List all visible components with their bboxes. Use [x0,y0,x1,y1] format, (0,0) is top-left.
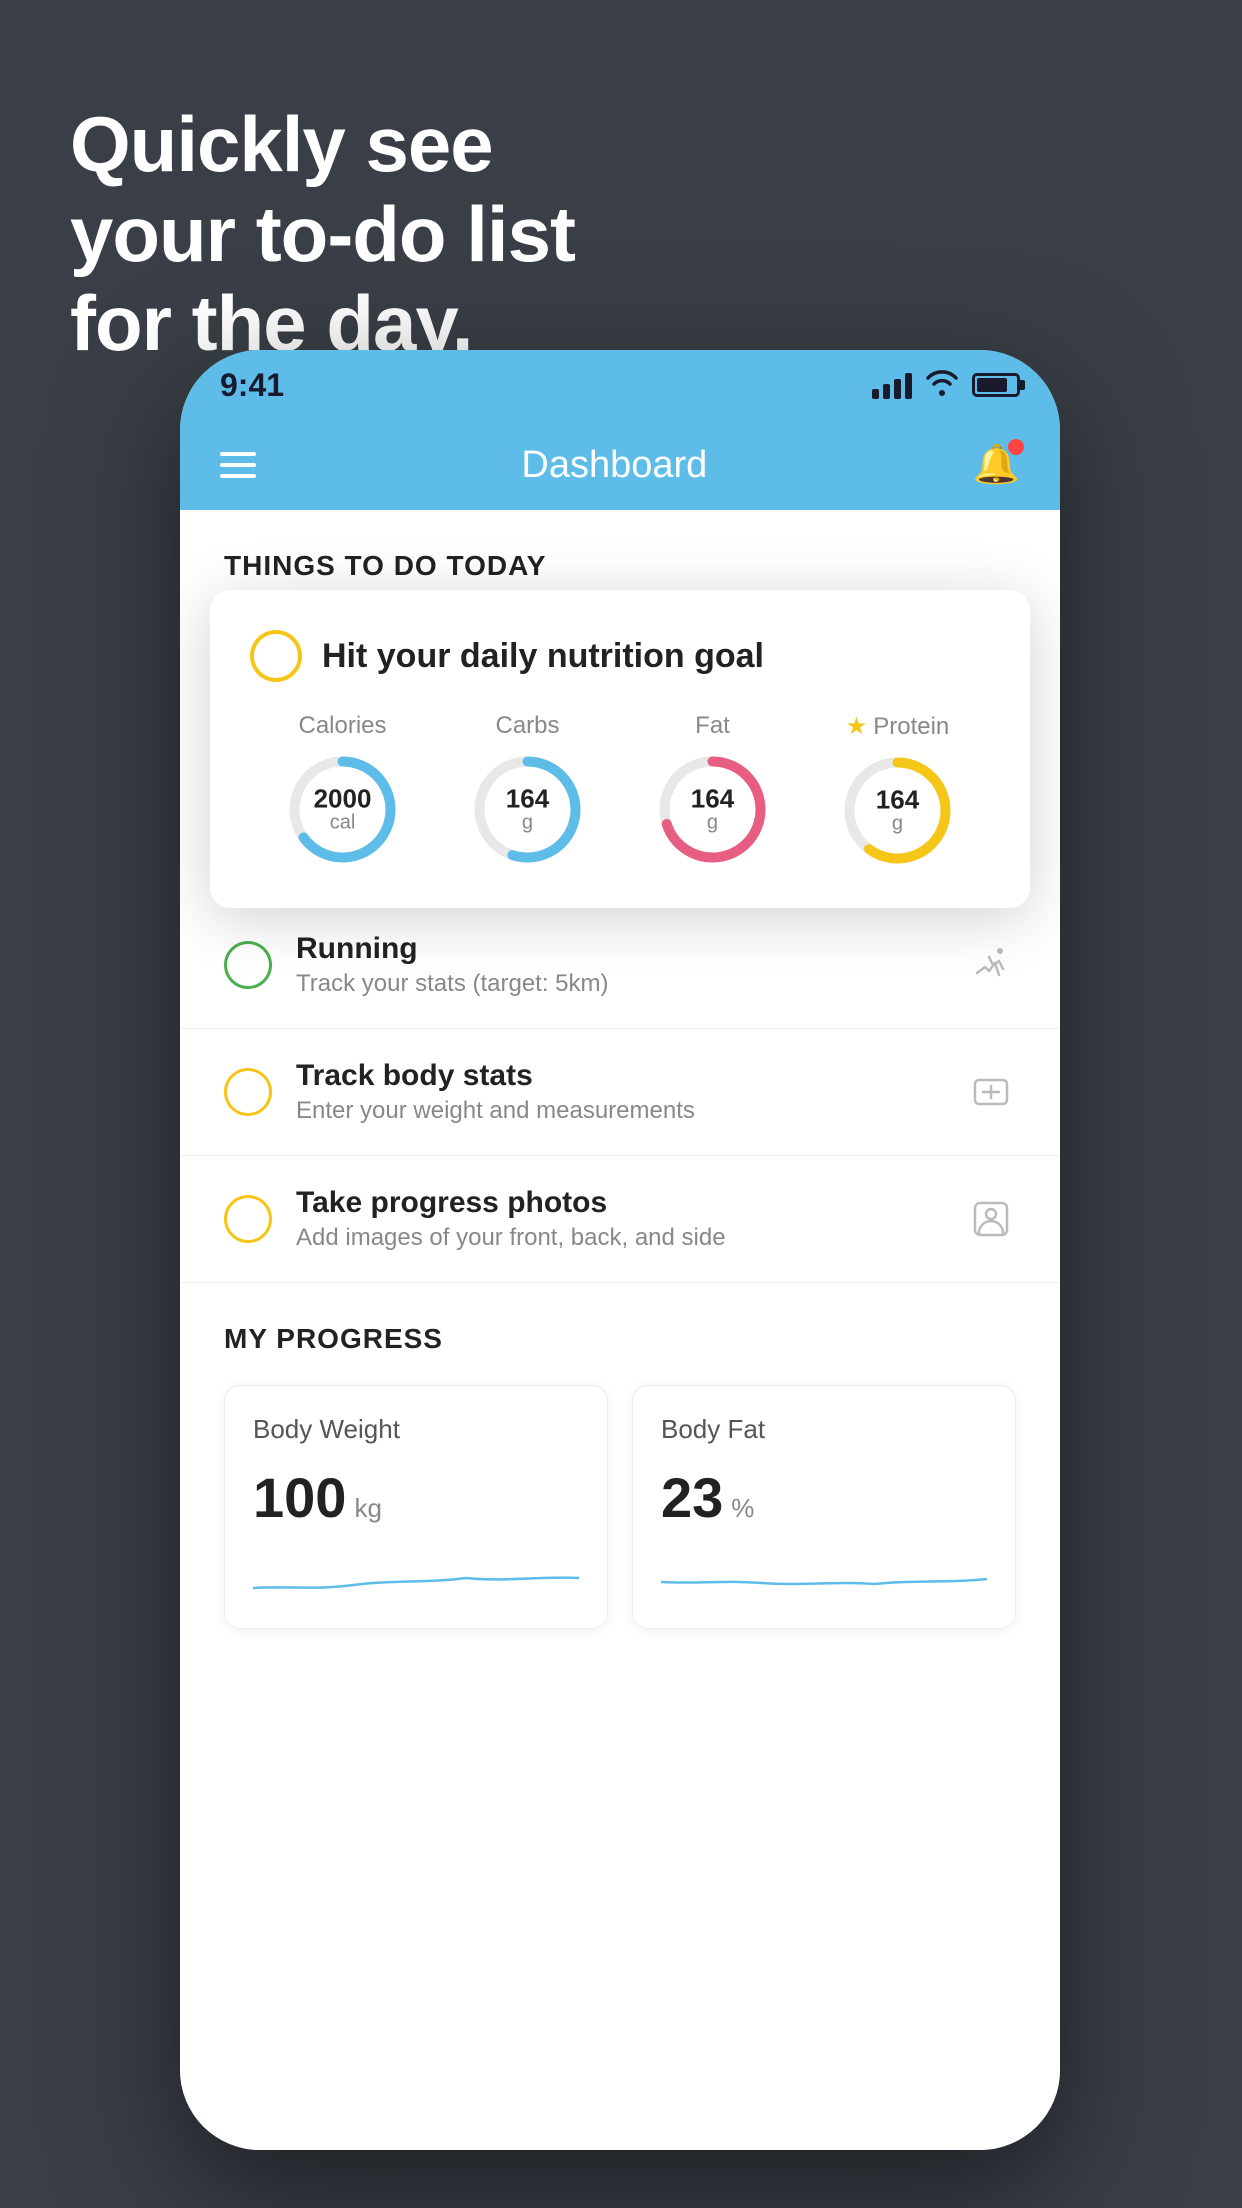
person-icon [966,1194,1016,1244]
phone-mockup: 9:41 Da [180,350,1060,2150]
status-bar: 9:41 [180,350,1060,420]
body-weight-value: 100 [253,1465,346,1530]
fat-chart: 164 g [655,752,770,867]
task-list: Running Track your stats (target: 5km) T… [180,902,1060,1283]
nutrition-protein: ★ Protein 164 g [840,712,955,868]
scale-icon [966,1067,1016,1117]
nutrition-carbs: Carbs 164 g [470,712,585,867]
body-fat-chart [661,1550,987,1600]
card-title-row: Hit your daily nutrition goal [250,630,990,682]
fat-label: Fat [695,712,730,740]
task-running-content: Running Track your stats (target: 5km) [296,932,942,998]
task-checkbox[interactable] [250,630,302,682]
carbs-value: 164 [506,785,549,811]
task-body-stats-checkbox[interactable] [224,1068,272,1116]
nutrition-calories: Calories 2000 cal [285,712,400,867]
running-icon [966,940,1016,990]
progress-cards: Body Weight 100 kg Body Fat 23 [224,1385,1016,1629]
battery-icon [972,373,1020,397]
body-fat-card[interactable]: Body Fat 23 % [632,1385,1016,1629]
status-icons [872,368,1020,403]
nutrition-card[interactable]: Hit your daily nutrition goal Calories 2… [210,590,1030,908]
things-to-do-header: THINGS TO DO TODAY [180,510,1060,602]
signal-icon [872,371,912,399]
task-running[interactable]: Running Track your stats (target: 5km) [180,902,1060,1029]
body-fat-label: Body Fat [661,1414,987,1445]
calories-label: Calories [298,712,386,740]
wifi-icon [924,368,960,403]
task-body-stats-name: Track body stats [296,1059,942,1093]
body-weight-chart [253,1550,579,1600]
task-body-stats-content: Track body stats Enter your weight and m… [296,1059,942,1125]
task-running-checkbox[interactable] [224,941,272,989]
fat-value: 164 [691,785,734,811]
carbs-chart: 164 g [470,752,585,867]
status-time: 9:41 [220,367,284,404]
task-progress-photos[interactable]: Take progress photos Add images of your … [180,1156,1060,1283]
task-body-stats[interactable]: Track body stats Enter your weight and m… [180,1029,1060,1156]
task-running-name: Running [296,932,942,966]
body-weight-value-row: 100 kg [253,1465,579,1530]
body-fat-value-row: 23 % [661,1465,987,1530]
progress-section-title: MY PROGRESS [224,1323,1016,1355]
headline-text: Quickly see your to-do list for the day. [70,100,575,369]
task-photos-content: Take progress photos Add images of your … [296,1186,942,1252]
header-title: Dashboard [521,444,707,487]
menu-icon[interactable] [220,452,256,478]
body-fat-value: 23 [661,1465,723,1530]
calories-value: 2000 [314,785,372,811]
headline-line2: your to-do list [70,190,575,280]
task-running-sub: Track your stats (target: 5km) [296,970,942,998]
task-photos-name: Take progress photos [296,1186,942,1220]
notification-button[interactable]: 🔔 [973,443,1020,487]
nutrition-row: Calories 2000 cal Carbs [250,712,990,868]
phone-body: THINGS TO DO TODAY Hit your daily nutrit… [180,510,1060,2150]
body-weight-card[interactable]: Body Weight 100 kg [224,1385,608,1629]
body-weight-unit: kg [354,1493,381,1524]
nutrition-fat: Fat 164 g [655,712,770,867]
carbs-label: Carbs [495,712,559,740]
body-fat-unit: % [731,1493,754,1524]
task-body-stats-sub: Enter your weight and measurements [296,1097,942,1125]
protein-label: ★ Protein [846,712,950,741]
protein-chart: 164 g [840,753,955,868]
task-photos-checkbox[interactable] [224,1195,272,1243]
task-photos-sub: Add images of your front, back, and side [296,1224,942,1252]
progress-section: MY PROGRESS Body Weight 100 kg [180,1283,1060,1669]
calories-chart: 2000 cal [285,752,400,867]
protein-value: 164 [876,786,919,812]
star-icon: ★ [846,712,868,741]
body-weight-label: Body Weight [253,1414,579,1445]
headline-line1: Quickly see [70,100,575,190]
app-header: Dashboard 🔔 [180,420,1060,510]
nutrition-card-title: Hit your daily nutrition goal [322,637,764,676]
notification-badge [1008,439,1024,455]
